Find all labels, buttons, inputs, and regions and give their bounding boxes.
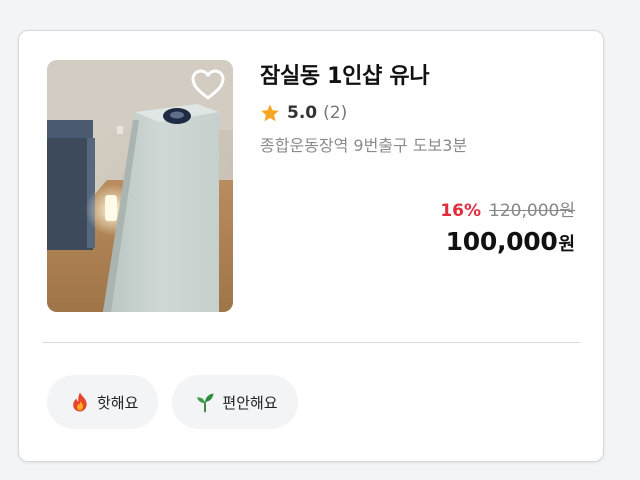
original-price: 120,000원	[489, 201, 575, 221]
tag-label: 핫해요	[97, 393, 139, 412]
shop-card[interactable]: 잠실동 1인샵 유나 5.0 (2) 종합운동장역 9번출구 도보3분 16% 1…	[18, 30, 604, 462]
discount-rate: 16%	[440, 201, 482, 221]
final-price: 100,000원	[440, 227, 575, 256]
heart-outline-icon[interactable]	[189, 66, 227, 104]
shop-name[interactable]: 잠실동 1인샵 유나	[260, 61, 580, 93]
sprout-icon	[197, 393, 214, 413]
tag-label: 편안해요	[222, 393, 278, 412]
tag-list: 핫해요 편안해요	[47, 375, 312, 429]
rating-row: 5.0 (2)	[260, 101, 580, 125]
final-price-unit: 원	[558, 234, 575, 255]
rating-score: 5.0	[287, 103, 318, 123]
shop-thumbnail[interactable]	[47, 60, 233, 312]
price-area: 16% 120,000원 100,000원	[440, 199, 575, 256]
star-icon	[261, 104, 279, 122]
final-price-amount: 100,000	[445, 227, 558, 256]
tag-hot[interactable]: 핫해요	[47, 375, 159, 429]
divider	[43, 342, 580, 343]
tag-comfortable[interactable]: 편안해요	[172, 375, 298, 429]
fire-icon	[73, 392, 87, 412]
shop-info: 잠실동 1인샵 유나 5.0 (2) 종합운동장역 9번출구 도보3분	[260, 61, 580, 158]
shop-location: 종합운동장역 9번출구 도보3분	[260, 136, 468, 155]
discount-row: 16% 120,000원	[440, 199, 575, 223]
review-count: (2)	[323, 103, 348, 123]
